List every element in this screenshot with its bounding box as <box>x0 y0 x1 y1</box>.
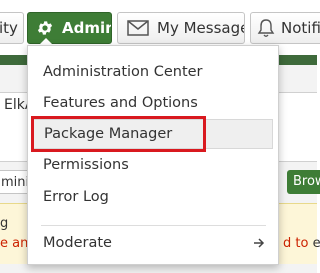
menu-item-moderate-label: Moderate <box>43 235 112 251</box>
notifications-label: Notifi <box>281 19 320 37</box>
warning-text-right: d to er <box>283 236 320 251</box>
envelope-icon <box>127 20 149 36</box>
menu-divider <box>41 225 266 226</box>
admin-dropdown-menu: Administration Center Features and Optio… <box>27 45 279 265</box>
bell-icon <box>257 18 275 38</box>
community-label: ity <box>0 19 18 37</box>
menu-item-error-log[interactable]: Error Log <box>33 182 273 212</box>
menu-item-package-manager[interactable]: Package Manager <box>33 119 273 149</box>
menu-item-features-and-options[interactable]: Features and Options <box>33 88 273 118</box>
arrow-right-icon <box>253 228 265 258</box>
gear-icon <box>36 19 54 37</box>
browse-button[interactable]: Brow <box>287 170 320 194</box>
community-button[interactable]: ity <box>0 12 24 44</box>
menu-item-moderate[interactable]: Moderate <box>33 228 273 258</box>
my-messages-button[interactable]: My Messages <box>117 12 245 44</box>
warning-text-red: d to <box>283 236 309 251</box>
notifications-button[interactable]: Notifi <box>250 12 320 44</box>
admin-label: Admin <box>62 19 112 37</box>
my-messages-label: My Messages <box>157 19 244 37</box>
menu-item-permissions[interactable]: Permissions <box>33 150 273 180</box>
page-input[interactable]: mini <box>0 170 30 194</box>
warning-text-dark: er <box>312 236 320 251</box>
warning-title: g <box>0 216 9 231</box>
menu-item-administration-center[interactable]: Administration Center <box>33 57 273 87</box>
